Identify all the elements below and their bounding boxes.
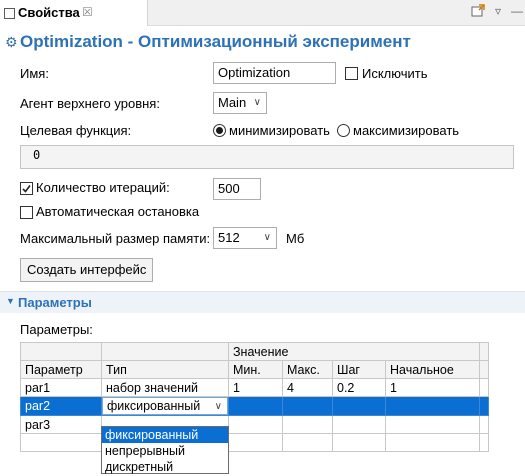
table-row-selected[interactable]: par2 фиксированный ∨ (20, 396, 489, 416)
memory-value: 512 (218, 230, 240, 245)
table-cell[interactable]: 1 (385, 378, 480, 397)
table-header-cell (479, 360, 489, 379)
iterations-checkbox[interactable] (20, 182, 33, 195)
table-cell[interactable] (332, 415, 386, 434)
chevron-down-icon: ∨ (263, 232, 271, 243)
table-cell[interactable]: par2 (20, 396, 102, 416)
section-expand-icon: ▼ (6, 296, 15, 306)
table-header-row: Параметр Тип Мин. Макс. Шаг Начальное (20, 360, 489, 379)
dropdown-option-fixed[interactable]: фиксированный (102, 427, 228, 443)
table-cell[interactable]: par3 (20, 415, 102, 434)
table-cell[interactable] (385, 433, 480, 452)
create-interface-button[interactable]: Создать интерфейс (20, 258, 154, 282)
column-header-max[interactable]: Макс. (282, 360, 333, 379)
objective-expression-field[interactable]: 0 (20, 145, 514, 169)
table-header-cell (101, 342, 229, 361)
table-cell (479, 415, 489, 434)
exclude-label: Исключить (362, 66, 428, 81)
optimization-icon: ⚙ (5, 34, 18, 50)
table-cell[interactable] (332, 433, 386, 452)
check-icon (22, 185, 31, 193)
table-cell[interactable]: 1 (228, 378, 283, 397)
column-header-min[interactable]: Мин. (228, 360, 283, 379)
table-header-cell (479, 342, 489, 361)
top-agent-value: Main (218, 95, 247, 110)
section-title: Параметры (18, 295, 92, 310)
table-cell[interactable] (228, 396, 283, 416)
dropdown-option-discrete[interactable]: дискретный (102, 459, 228, 475)
table-cell[interactable] (282, 433, 333, 452)
tab-close-icon[interactable]: ☒ (82, 5, 93, 19)
iterations-label: Количество итераций: (36, 180, 170, 195)
table-cell[interactable] (385, 415, 480, 434)
table-cell[interactable] (228, 415, 283, 434)
type-dropdown-list: фиксированный непрерывный дискретный (101, 426, 229, 474)
table-cell[interactable] (20, 433, 102, 452)
table-cell[interactable]: 4 (282, 378, 333, 397)
maximize-radio[interactable] (337, 124, 350, 137)
exclude-checkbox[interactable] (345, 67, 358, 80)
table-cell (479, 433, 489, 452)
new-view-icon[interactable] (471, 4, 485, 21)
objective-label: Целевая функция: (20, 123, 132, 138)
table-row[interactable]: par1 набор значений 1 4 0.2 1 (20, 378, 489, 397)
table-cell (479, 378, 489, 397)
table-header-cell (20, 342, 102, 361)
minimize-icon[interactable]: — (511, 4, 523, 18)
dropdown-option-continuous[interactable]: непрерывный (102, 443, 228, 459)
name-label: Имя: (20, 66, 49, 81)
table-cell[interactable] (282, 415, 333, 434)
properties-header: ⚙ Optimization - Оптимизационный экспери… (0, 26, 525, 58)
table-group-header-row: Значение (20, 342, 489, 361)
memory-unit: Мб (286, 231, 305, 246)
view-tab-strip: Свойства ☒ ▿ — (0, 0, 525, 26)
column-header-type[interactable]: Тип (101, 360, 229, 379)
view-menu-icon[interactable]: ▿ (495, 4, 501, 18)
table-cell[interactable] (282, 396, 333, 416)
top-agent-label: Агент верхнего уровня: (20, 96, 160, 111)
table-cell[interactable]: набор значений (101, 378, 229, 397)
column-header-parameter[interactable]: Параметр (20, 360, 102, 379)
table-cell[interactable]: par1 (20, 378, 102, 397)
table-cell[interactable] (385, 396, 480, 416)
parameters-table: Значение Параметр Тип Мин. Макс. Шаг Нач… (20, 342, 489, 452)
table-cell[interactable] (228, 433, 283, 452)
name-field[interactable]: Optimization (213, 62, 336, 84)
type-combo-value: фиксированный (107, 399, 201, 413)
value-group-header: Значение (228, 342, 480, 361)
type-cell-editor[interactable]: фиксированный ∨ (101, 396, 229, 416)
auto-stop-label: Автоматическая остановка (36, 204, 200, 219)
page-title: Optimization - Оптимизационный экспериме… (20, 32, 411, 51)
table-row[interactable]: par3 (20, 415, 489, 434)
memory-label: Максимальный размер памяти: (20, 231, 211, 246)
table-cell[interactable] (332, 396, 386, 416)
tab-properties-label: Свойства (18, 5, 80, 20)
column-header-step[interactable]: Шаг (332, 360, 386, 379)
type-combo[interactable]: фиксированный ∨ (102, 397, 228, 415)
memory-combo[interactable]: 512 ∨ (213, 227, 277, 249)
table-cell[interactable]: 0.2 (332, 378, 386, 397)
tab-properties[interactable]: Свойства ☒ (0, 0, 148, 26)
parameters-section-header[interactable]: ▼ Параметры (0, 291, 525, 313)
chevron-down-icon: ∨ (214, 401, 222, 412)
properties-icon (4, 8, 15, 19)
iterations-field[interactable]: 500 (213, 178, 261, 200)
parameters-label: Параметры: (20, 322, 93, 337)
chevron-down-icon: ∨ (253, 97, 261, 108)
maximize-label: максимизировать (353, 123, 460, 138)
column-header-initial[interactable]: Начальное (385, 360, 480, 379)
top-agent-combo[interactable]: Main ∨ (213, 92, 267, 114)
minimize-label: минимизировать (229, 123, 330, 138)
table-cell (479, 396, 489, 416)
minimize-radio[interactable] (213, 124, 226, 137)
table-row[interactable] (20, 433, 489, 452)
auto-stop-checkbox[interactable] (20, 206, 33, 219)
